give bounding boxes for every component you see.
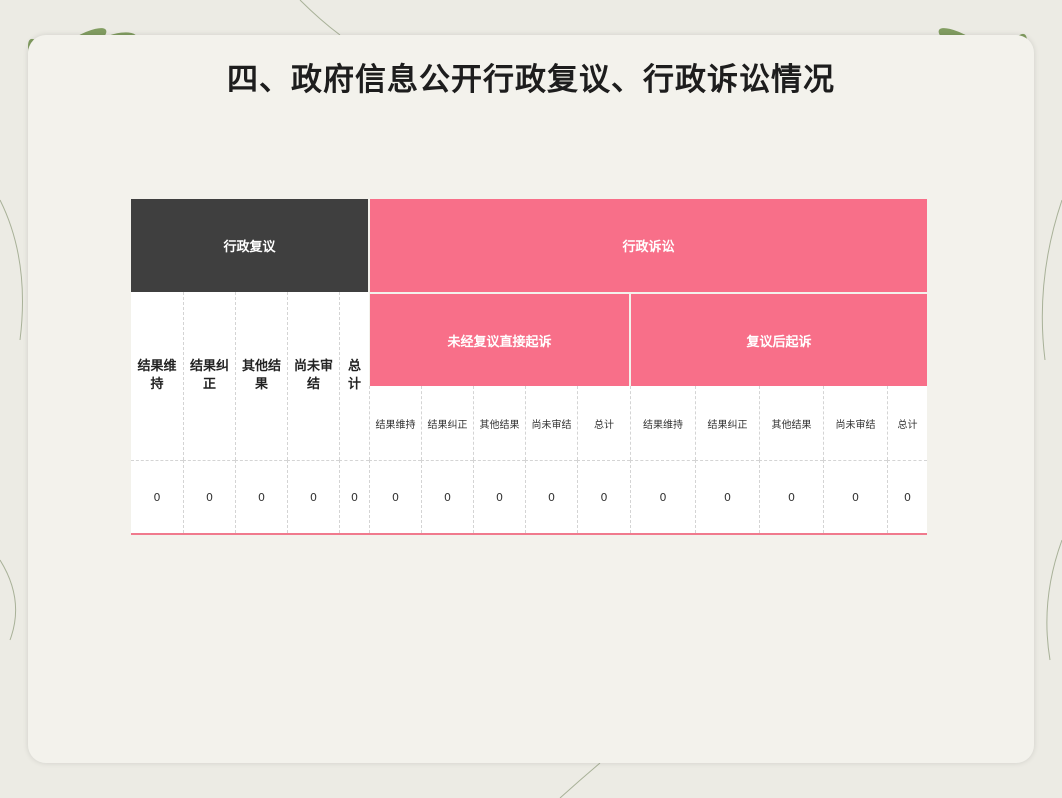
litigation-col-header: 结果纠正: [695, 386, 759, 460]
litigation-value-cell: 0: [759, 460, 823, 533]
litigation-group-header: 行政诉讼: [370, 199, 927, 292]
page-title: 四、政府信息公开行政复议、行政诉讼情况: [227, 62, 835, 98]
litigation-col-header: 总计: [577, 386, 630, 460]
litigation-value-cell: 0: [577, 460, 630, 533]
info-disclosure-table: 行政复议 行政诉讼 未经复议直接起诉 复议后起诉 结果维持 结果纠正 其他结果 …: [131, 199, 927, 535]
litigation-value-cell: 0: [887, 460, 927, 533]
litigation-col-header: 结果维持: [369, 386, 421, 460]
litigation-col-header: 尚未审结: [525, 386, 577, 460]
litigation-col-header: 总计: [887, 386, 927, 460]
direct-suit-header: 未经复议直接起诉: [370, 294, 629, 386]
review-group-header: 行政复议: [131, 199, 368, 292]
litigation-value-cell: 0: [823, 460, 887, 533]
litigation-value-cell: 0: [473, 460, 525, 533]
review-value-cell: 0: [131, 460, 183, 533]
review-value-cell: 0: [287, 460, 339, 533]
litigation-value-cell: 0: [369, 460, 421, 533]
litigation-col-header: 结果纠正: [421, 386, 473, 460]
review-col-header: 总计: [339, 292, 369, 460]
litigation-value-cell: 0: [421, 460, 473, 533]
litigation-col-header: 其他结果: [759, 386, 823, 460]
review-value-cell: 0: [183, 460, 235, 533]
after-review-suit-header: 复议后起诉: [631, 294, 927, 386]
litigation-col-header: 其他结果: [473, 386, 525, 460]
review-col-header: 其他结果: [235, 292, 287, 460]
review-col-header: 结果纠正: [183, 292, 235, 460]
litigation-value-cell: 0: [695, 460, 759, 533]
litigation-col-header: 尚未审结: [823, 386, 887, 460]
table-bottom-line: [131, 533, 927, 535]
litigation-col-header: 结果维持: [630, 386, 695, 460]
litigation-value-cell: 0: [525, 460, 577, 533]
review-value-cell: 0: [235, 460, 287, 533]
litigation-value-cell: 0: [630, 460, 695, 533]
review-col-header: 尚未审结: [287, 292, 339, 460]
review-col-header: 结果维持: [131, 292, 183, 460]
review-value-cell: 0: [339, 460, 369, 533]
